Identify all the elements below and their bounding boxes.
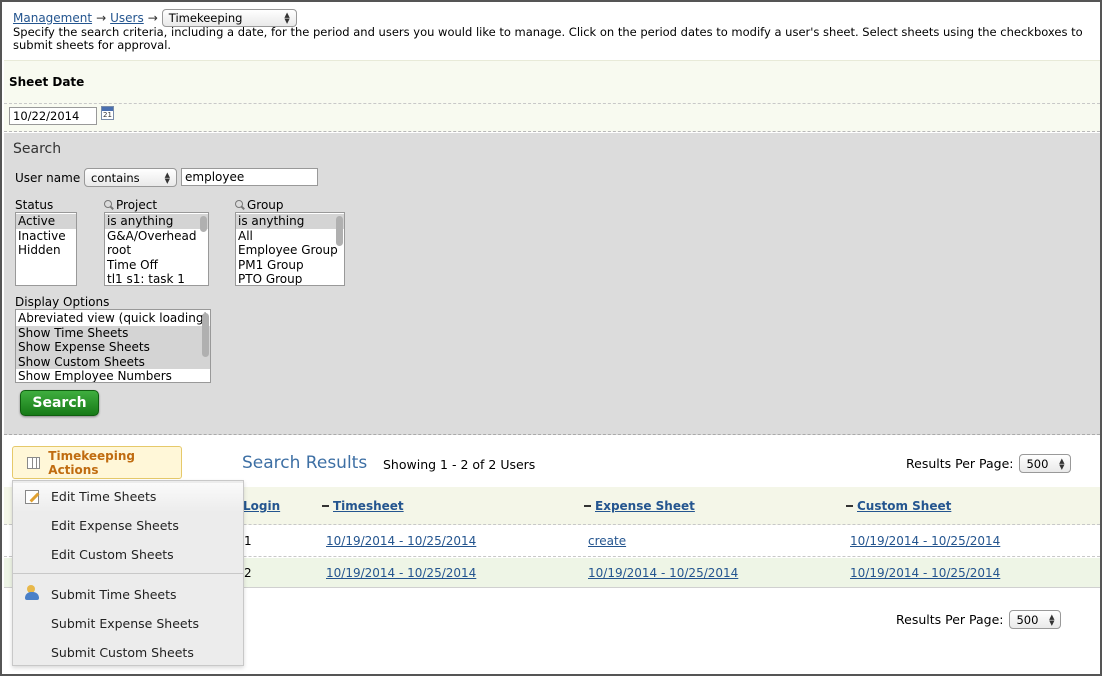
updown-arrows-icon: ▲ ▼: [164, 170, 170, 185]
results-per-page-label: Results Per Page:: [906, 456, 1014, 471]
column-expense[interactable]: Expense Sheet: [584, 499, 695, 513]
project-option[interactable]: is anything: [105, 214, 208, 229]
project-listbox[interactable]: is anything G&A/Overhead root Time Off t…: [104, 212, 209, 286]
updown-arrows-icon: ▲ ▼: [1049, 612, 1055, 627]
display-option[interactable]: Show Custom Sheets: [16, 354, 210, 369]
login-cell: 2: [244, 566, 252, 580]
scrollbar[interactable]: [336, 216, 343, 246]
group-label: Group: [247, 198, 284, 212]
menu-item-edit-custom-sheets[interactable]: Edit Custom Sheets: [51, 547, 174, 562]
sheet-date-label: Sheet Date: [9, 75, 85, 89]
collapse-icon[interactable]: [322, 505, 329, 507]
group-listbox[interactable]: is anything All Employee Group PM1 Group…: [235, 212, 345, 286]
menu-divider: [13, 573, 243, 574]
group-option[interactable]: All: [236, 229, 344, 244]
display-option[interactable]: Show Employee Numbers: [16, 369, 210, 382]
username-label: User name: [15, 171, 81, 185]
timesheet-link[interactable]: 10/19/2014 - 10/25/2014: [326, 566, 476, 580]
project-option[interactable]: G&A/Overhead: [105, 229, 208, 244]
page-frame: Management → Users → Timekeeping ▲ ▼ Spec…: [0, 0, 1102, 676]
edit-pencil-icon: [25, 490, 39, 504]
project-option[interactable]: Time Off: [105, 258, 208, 273]
expense-sheet-link[interactable]: 10/19/2014 - 10/25/2014: [588, 566, 738, 580]
group-option[interactable]: PTO Group: [236, 272, 344, 285]
menu-item-edit-time-sheets[interactable]: Edit Time Sheets: [51, 489, 156, 504]
search-button[interactable]: Search: [20, 390, 99, 416]
group-option[interactable]: Employee Group: [236, 243, 344, 258]
status-option[interactable]: Inactive: [16, 229, 76, 244]
sheet-date-input[interactable]: 10/22/2014: [9, 107, 97, 125]
page-description: Specify the search criteria, including a…: [13, 25, 1083, 52]
group-label-wrap: Group: [235, 198, 284, 212]
table-icon: [27, 456, 41, 469]
timekeeping-actions-label: Timekeeping Actions: [48, 448, 135, 477]
scrollbar[interactable]: [200, 216, 207, 232]
breadcrumb-users-link[interactable]: Users: [110, 11, 144, 25]
menu-item-edit-expense-sheets[interactable]: Edit Expense Sheets: [51, 518, 179, 533]
status-option[interactable]: Active: [16, 214, 76, 229]
collapse-icon[interactable]: [846, 505, 853, 507]
breadcrumb-separator: →: [96, 11, 107, 25]
display-option[interactable]: Show Expense Sheets: [16, 340, 210, 355]
column-login[interactable]: Login: [243, 499, 280, 513]
breadcrumb-management-link[interactable]: Management: [13, 11, 92, 25]
results-per-page-value: 500: [1026, 456, 1049, 471]
menu-item-submit-expense-sheets[interactable]: Submit Expense Sheets: [51, 616, 199, 631]
expense-create-link[interactable]: create: [588, 534, 626, 548]
username-input[interactable]: employee: [181, 168, 318, 186]
custom-sheet-link[interactable]: 10/19/2014 - 10/25/2014: [850, 566, 1000, 580]
search-panel: Search User name contains ▲ ▼ employee St…: [4, 133, 1100, 435]
status-option[interactable]: Hidden: [16, 243, 76, 258]
display-option[interactable]: Abreviated view (quick loading): [16, 311, 210, 326]
scrollbar[interactable]: [202, 313, 209, 357]
username-operator-value: contains: [91, 170, 140, 185]
calendar-day: 21: [103, 111, 112, 119]
column-custom[interactable]: Custom Sheet: [846, 499, 951, 513]
project-label: Project: [116, 198, 158, 212]
results-per-page-select[interactable]: 500 ▲ ▼: [1009, 610, 1062, 629]
updown-arrows-icon: ▲ ▼: [1059, 456, 1065, 471]
custom-sheet-link[interactable]: 10/19/2014 - 10/25/2014: [850, 534, 1000, 548]
display-options-listbox[interactable]: Abreviated view (quick loading) Show Tim…: [15, 309, 211, 383]
display-option[interactable]: Show Time Sheets: [16, 325, 210, 340]
timesheet-link[interactable]: 10/19/2014 - 10/25/2014: [326, 534, 476, 548]
breadcrumb-separator: →: [147, 11, 158, 25]
timekeeping-actions-button[interactable]: Timekeeping Actions: [12, 446, 182, 479]
column-expense-label[interactable]: Expense Sheet: [595, 499, 695, 513]
results-per-page-select[interactable]: 500 ▲ ▼: [1019, 454, 1072, 473]
results-per-page-top: Results Per Page: 500 ▲ ▼: [906, 454, 1072, 473]
users-icon: [25, 585, 41, 601]
display-options-label: Display Options: [15, 295, 110, 309]
project-option[interactable]: root: [105, 243, 208, 258]
project-label-wrap: Project: [104, 198, 157, 212]
group-option[interactable]: PM1 Group: [236, 258, 344, 273]
search-icon[interactable]: [235, 200, 245, 210]
results-per-page-label: Results Per Page:: [896, 612, 1004, 627]
status-label: Status: [15, 198, 54, 212]
divider: [4, 103, 1100, 104]
project-option[interactable]: tl1 s1: task 1: [105, 272, 208, 285]
column-timesheet[interactable]: Timesheet: [322, 499, 404, 513]
collapse-icon[interactable]: [584, 505, 591, 507]
column-timesheet-label[interactable]: Timesheet: [333, 499, 404, 513]
search-title: Search: [13, 141, 62, 157]
results-count: Showing 1 - 2 of 2 Users: [383, 457, 536, 472]
search-icon[interactable]: [104, 200, 114, 210]
menu-item-submit-custom-sheets[interactable]: Submit Custom Sheets: [51, 645, 194, 660]
column-custom-label[interactable]: Custom Sheet: [857, 499, 951, 513]
login-cell: 1: [244, 534, 252, 548]
results-per-page-bottom: Results Per Page: 500 ▲ ▼: [896, 610, 1062, 629]
section-select-value: Timekeeping: [168, 11, 243, 25]
results-per-page-value: 500: [1016, 612, 1039, 627]
calendar-icon[interactable]: 21: [101, 106, 114, 120]
username-operator-select[interactable]: contains ▲ ▼: [84, 168, 177, 187]
updown-arrows-icon: ▲ ▼: [284, 11, 290, 25]
status-listbox[interactable]: Active Inactive Hidden: [15, 212, 77, 286]
search-results-title: Search Results: [242, 453, 368, 473]
menu-item-submit-time-sheets[interactable]: Submit Time Sheets: [51, 587, 177, 602]
group-option[interactable]: is anything: [236, 214, 344, 229]
timekeeping-actions-menu: Edit Time Sheets Edit Expense Sheets Edi…: [12, 480, 244, 666]
sheet-date-panel: Sheet Date 10/22/2014 21: [4, 60, 1100, 132]
